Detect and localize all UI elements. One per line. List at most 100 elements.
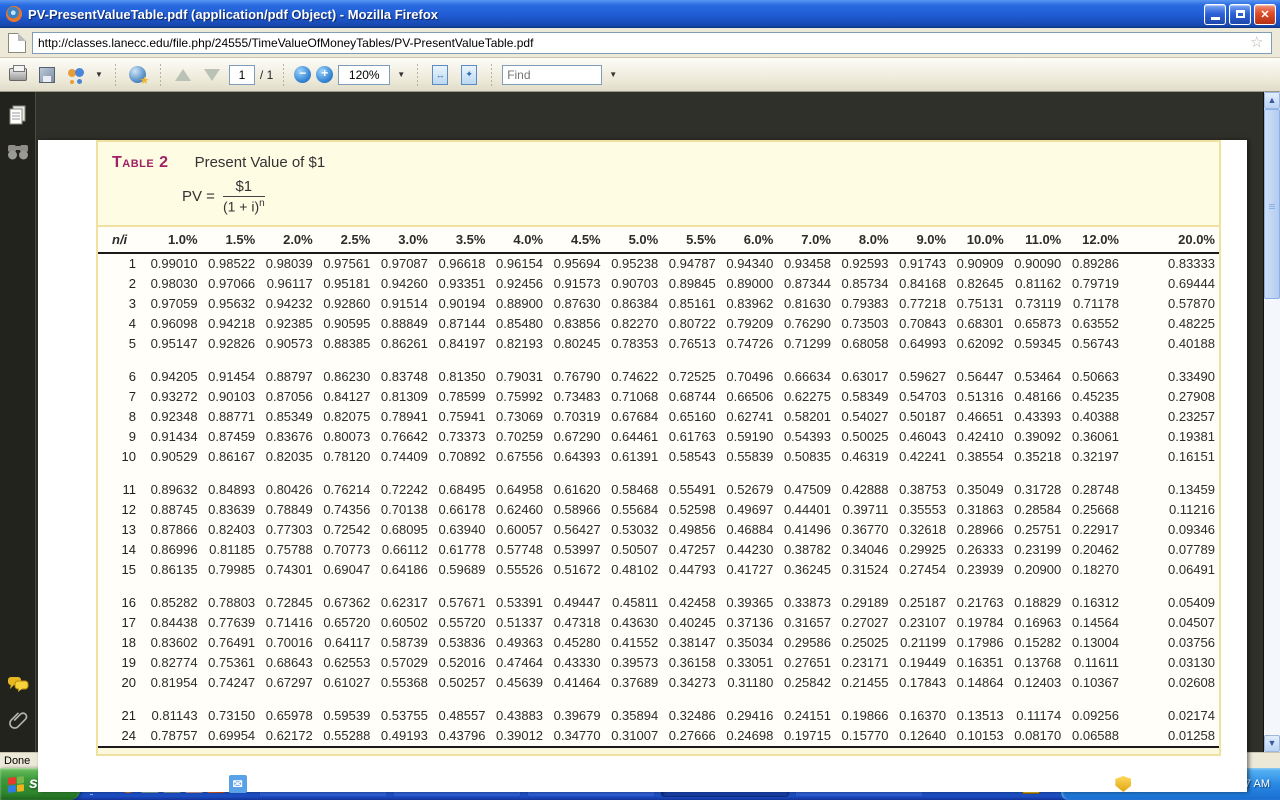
value-cell: 0.98030 — [144, 274, 202, 294]
zoom-out-button[interactable]: − — [294, 66, 311, 83]
value-cell: 0.55720 — [432, 613, 490, 633]
fit-page-button[interactable]: ✦ — [457, 63, 481, 87]
table-row: 130.878660.824030.773030.725420.680950.6… — [98, 520, 1219, 540]
page-number-input[interactable] — [229, 65, 255, 85]
value-cell: 0.36158 — [662, 653, 720, 673]
scrollbar-track[interactable] — [1264, 109, 1280, 735]
column-header: 5.5% — [662, 227, 720, 253]
value-cell: 0.27651 — [777, 653, 835, 673]
search-icon[interactable] — [6, 140, 30, 164]
table-row: 40.960980.942180.923850.905950.888490.87… — [98, 314, 1219, 334]
find-input[interactable] — [503, 68, 601, 82]
save-button[interactable] — [35, 63, 59, 87]
email-button[interactable] — [64, 63, 88, 87]
fit-width-button[interactable]: ↔ — [428, 63, 452, 87]
value-cell: 0.64186 — [374, 560, 432, 580]
toolbar-separator — [489, 64, 494, 86]
value-cell: 0.95238 — [605, 253, 663, 274]
print-button[interactable] — [6, 63, 30, 87]
close-button[interactable]: ✕ — [1254, 4, 1276, 25]
outlook-express-icon[interactable] — [229, 775, 247, 793]
table-header-section: Table 2 Present Value of $1 PV = $1 (1 +… — [98, 142, 1219, 227]
period-cell: 1 — [98, 253, 144, 274]
value-cell: 0.96098 — [144, 314, 202, 334]
value-cell: 0.71068 — [605, 387, 663, 407]
value-cell: 0.61027 — [317, 673, 375, 693]
vertical-scrollbar[interactable]: ▲ ▼ — [1263, 92, 1280, 752]
value-cell: 0.68643 — [259, 653, 317, 673]
value-cell: 0.73069 — [489, 407, 547, 427]
bookmark-star-icon[interactable]: ☆ — [1250, 35, 1266, 51]
value-cell: 0.33051 — [720, 653, 778, 673]
value-cell: 0.74409 — [374, 447, 432, 467]
value-cell: 0.88849 — [374, 314, 432, 334]
email-dropdown-arrow[interactable]: ▼ — [93, 70, 105, 79]
restore-button[interactable] — [1229, 4, 1251, 25]
value-cell: 0.97066 — [202, 274, 260, 294]
value-cell: 0.04507 — [1123, 613, 1219, 633]
value-cell: 0.45280 — [547, 633, 605, 653]
minimize-button[interactable] — [1204, 4, 1226, 25]
value-cell: 0.53836 — [432, 633, 490, 653]
value-cell: 0.89632 — [144, 480, 202, 500]
scrollbar-thumb[interactable] — [1264, 109, 1280, 299]
value-cell: 0.08170 — [1008, 726, 1066, 746]
value-cell: 0.78120 — [317, 447, 375, 467]
value-cell: 0.90595 — [317, 314, 375, 334]
value-cell: 0.76214 — [317, 480, 375, 500]
find-field-wrap — [502, 65, 602, 85]
value-cell: 0.16312 — [1065, 593, 1123, 613]
value-cell: 0.64117 — [317, 633, 375, 653]
value-cell: 0.74301 — [259, 560, 317, 580]
url-field-wrap: ☆ — [32, 32, 1272, 54]
value-cell: 0.61778 — [432, 540, 490, 560]
comments-icon[interactable] — [6, 672, 30, 696]
value-cell: 0.46043 — [893, 427, 951, 447]
upload-button[interactable] — [126, 63, 150, 87]
value-cell: 0.85734 — [835, 274, 893, 294]
value-cell: 0.62172 — [259, 726, 317, 746]
value-cell: 0.90103 — [202, 387, 260, 407]
value-cell: 0.31657 — [777, 613, 835, 633]
pages-icon[interactable] — [6, 104, 30, 128]
column-header: 3.0% — [374, 227, 432, 253]
value-cell: 0.64993 — [893, 334, 951, 354]
zoom-level-value: 120% — [349, 68, 380, 82]
value-cell: 0.85161 — [662, 294, 720, 314]
value-cell: 0.42888 — [835, 480, 893, 500]
value-cell: 0.99010 — [144, 253, 202, 274]
value-cell: 0.76290 — [777, 314, 835, 334]
value-cell: 0.02174 — [1123, 706, 1219, 726]
scroll-down-button[interactable]: ▼ — [1264, 735, 1280, 752]
zoom-in-button[interactable]: + — [316, 66, 333, 83]
attachments-icon[interactable] — [6, 708, 30, 732]
value-cell: 0.64393 — [547, 447, 605, 467]
page-count-label: / 1 — [260, 68, 273, 82]
value-cell: 0.55839 — [720, 447, 778, 467]
pdf-page: Table 2 Present Value of $1 PV = $1 (1 +… — [38, 140, 1247, 792]
table-row: 70.932720.901030.870560.841270.813090.78… — [98, 387, 1219, 407]
value-cell: 0.23107 — [893, 613, 951, 633]
value-cell: 0.73483 — [547, 387, 605, 407]
value-cell: 0.90573 — [259, 334, 317, 354]
globe-icon — [129, 66, 146, 83]
next-page-button[interactable] — [200, 63, 224, 87]
value-cell: 0.63552 — [1065, 314, 1123, 334]
fit-page-icon: ✦ — [461, 65, 477, 85]
value-cell: 0.72845 — [259, 593, 317, 613]
zoom-dropdown-arrow[interactable]: ▼ — [395, 70, 407, 79]
url-input[interactable] — [33, 36, 1250, 50]
column-header: 3.5% — [432, 227, 490, 253]
value-cell: 0.13459 — [1123, 480, 1219, 500]
zoom-level-field[interactable]: 120% — [338, 65, 390, 85]
value-cell: 0.53391 — [489, 593, 547, 613]
value-cell: 0.59539 — [317, 706, 375, 726]
value-cell: 0.39679 — [547, 706, 605, 726]
period-cell: 17 — [98, 613, 144, 633]
value-cell: 0.23199 — [1008, 540, 1066, 560]
find-dropdown-arrow[interactable]: ▼ — [607, 70, 619, 79]
value-cell: 0.53464 — [1008, 367, 1066, 387]
previous-page-button[interactable] — [171, 63, 195, 87]
scroll-up-button[interactable]: ▲ — [1264, 92, 1280, 109]
value-cell: 0.01258 — [1123, 726, 1219, 746]
